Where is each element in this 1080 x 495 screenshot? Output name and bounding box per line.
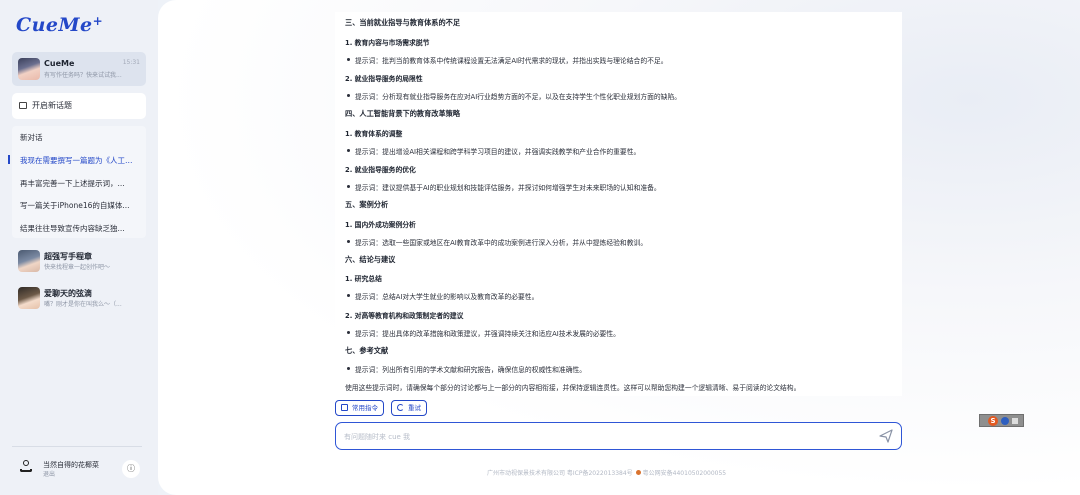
section-heading: 五、案例分析 xyxy=(345,200,389,209)
ime-toolbar[interactable]: S xyxy=(979,414,1024,427)
user-icon[interactable] xyxy=(20,460,32,474)
bullet-item: 提示词：建议提供基于AI的职业规划和技能评估服务，并探讨如何增强学生对未来职场的… xyxy=(345,182,897,192)
message-input[interactable]: 有问题随时来 cue 我 xyxy=(335,422,902,450)
subsection-heading: 1. 教育体系的调整 xyxy=(345,130,403,138)
contact-preview: 快来找程章一起创作吧～ xyxy=(44,264,111,271)
ime-mode-icon xyxy=(1001,417,1009,425)
bullet-item: 提示词：分析现有就业指导服务在应对AI行业趋势方面的不足，以及在支持学生个性化职… xyxy=(345,91,897,101)
message-content: 三、当前就业指导与教育体系的不足 1. 教育内容与市场需求脱节提示词：批判当前教育… xyxy=(335,12,902,396)
contact-name: 爱聊天的弦滴 xyxy=(44,289,92,298)
commands-label: 常用指令 xyxy=(352,404,378,412)
chat-card-cueme[interactable]: CueMe 15:31 有写作任务吗？快来试试我... xyxy=(12,52,146,86)
topic-item[interactable]: 写一篇关于iPhone16的自媒体... xyxy=(20,200,136,211)
avatar xyxy=(18,287,40,309)
retry-label: 重试 xyxy=(408,404,421,412)
subsection-heading: 2. 就业指导服务的优化 xyxy=(345,166,416,174)
sidebar: CueMe+ CueMe 15:31 有写作任务吗？快来试试我... 开启新话题… xyxy=(0,0,158,495)
contact-preview: 嘴？刚才是你在叫我么～（... xyxy=(44,301,122,308)
topic-item[interactable]: 新对话 xyxy=(20,132,136,143)
section-heading: 六、结论与建议 xyxy=(345,255,396,264)
police-badge-icon xyxy=(635,470,641,475)
section-heading: 三、当前就业指导与教育体系的不足 xyxy=(345,18,461,27)
info-icon[interactable]: ⓘ xyxy=(122,460,140,478)
cueme-logo[interactable]: CueMe+ xyxy=(16,14,103,36)
contact-name: 超强写手程章 xyxy=(44,252,92,261)
bullet-item: 提示词：提出具体的改革措施和政策建议，并强调持续关注和适应AI技术发展的必要性。 xyxy=(345,328,897,338)
avatar xyxy=(18,250,40,272)
retry-button[interactable]: 重试 xyxy=(391,400,427,416)
bullet-item: 提示词：提出增设AI相关课程和跨学科学习项目的建议，并强调实践教学和产业合作的重… xyxy=(345,146,897,156)
footer-police[interactable]: 粤公网安备44010502000055 xyxy=(643,470,726,477)
sidebar-divider xyxy=(12,446,142,447)
subsection-heading: 1. 研究总结 xyxy=(345,275,382,283)
ime-menu-icon xyxy=(1012,418,1018,424)
chat-card-name: CueMe xyxy=(44,59,75,68)
contact-item[interactable]: 超强写手程章 快来找程章一起创作吧～ xyxy=(12,247,146,275)
topic-item[interactable]: 再丰富完善一下上述提示词，... xyxy=(20,178,136,189)
footer-company[interactable]: 广州市动视保景技术有限公司 粤ICP备2022013384号 xyxy=(487,470,633,477)
avatar xyxy=(18,58,40,80)
subsection-heading: 1. 国内外成功案例分析 xyxy=(345,221,416,229)
logout-link[interactable]: 退出 xyxy=(43,469,55,478)
input-placeholder: 有问题随时来 cue 我 xyxy=(344,433,411,441)
common-commands-button[interactable]: 常用指令 xyxy=(335,400,384,416)
bullet-item: 提示词：批判当前教育体系中传统课程设置无法满足AI时代需求的现状，并指出实践与理… xyxy=(345,55,897,65)
bullet-item: 提示词：列出所有引用的学术文献和研究报告，确保信息的权威性和准确性。 xyxy=(345,364,897,374)
new-chat-button[interactable]: 开启新话题 xyxy=(12,93,146,119)
new-chat-label: 开启新话题 xyxy=(32,101,72,110)
subsection-heading: 1. 教育内容与市场需求脱节 xyxy=(345,39,430,47)
user-panel: 当然自得的花椰菜 退出 ⓘ xyxy=(12,452,146,486)
active-topic-indicator xyxy=(8,155,10,164)
section-heading: 四、人工智能背景下的教育改革策略 xyxy=(345,109,461,118)
new-chat-icon xyxy=(19,102,27,109)
contact-item[interactable]: 爱聊天的弦滴 嘴？刚才是你在叫我么～（... xyxy=(12,284,146,312)
bullet-item: 提示词：总结AI对大学生就业的影响以及教育改革的必要性。 xyxy=(345,291,897,301)
topic-item-active[interactable]: 我现在需要撰写一篇题为《人工智能... xyxy=(20,155,136,166)
bullet-item: 提示词：选取一些国家或地区在AI教育改革中的成功案例进行深入分析，并从中提炼经验… xyxy=(345,237,897,247)
send-icon[interactable] xyxy=(879,429,893,443)
section-heading: 七、参考文献 xyxy=(345,346,389,355)
footer: 广州市动视保景技术有限公司 粤ICP备2022013384号 粤公网安备44010… xyxy=(487,468,726,477)
chat-card-preview: 有写作任务吗？快来试试我... xyxy=(44,72,122,79)
commands-icon xyxy=(341,404,348,411)
paragraph: 使用这些提示词时，请确保每个部分的讨论都与上一部分的内容相衔接，并保持逻辑连贯性… xyxy=(345,384,801,392)
topic-item[interactable]: 结果往往导致宣传内容缺乏独... xyxy=(20,223,136,234)
chat-card-time: 15:31 xyxy=(122,59,140,66)
subsection-heading: 2. 对高等教育机构和政策制定者的建议 xyxy=(345,312,464,320)
sogou-icon: S xyxy=(988,416,998,426)
subsection-heading: 2. 就业指导服务的局限性 xyxy=(345,75,423,83)
refresh-icon xyxy=(397,404,404,411)
